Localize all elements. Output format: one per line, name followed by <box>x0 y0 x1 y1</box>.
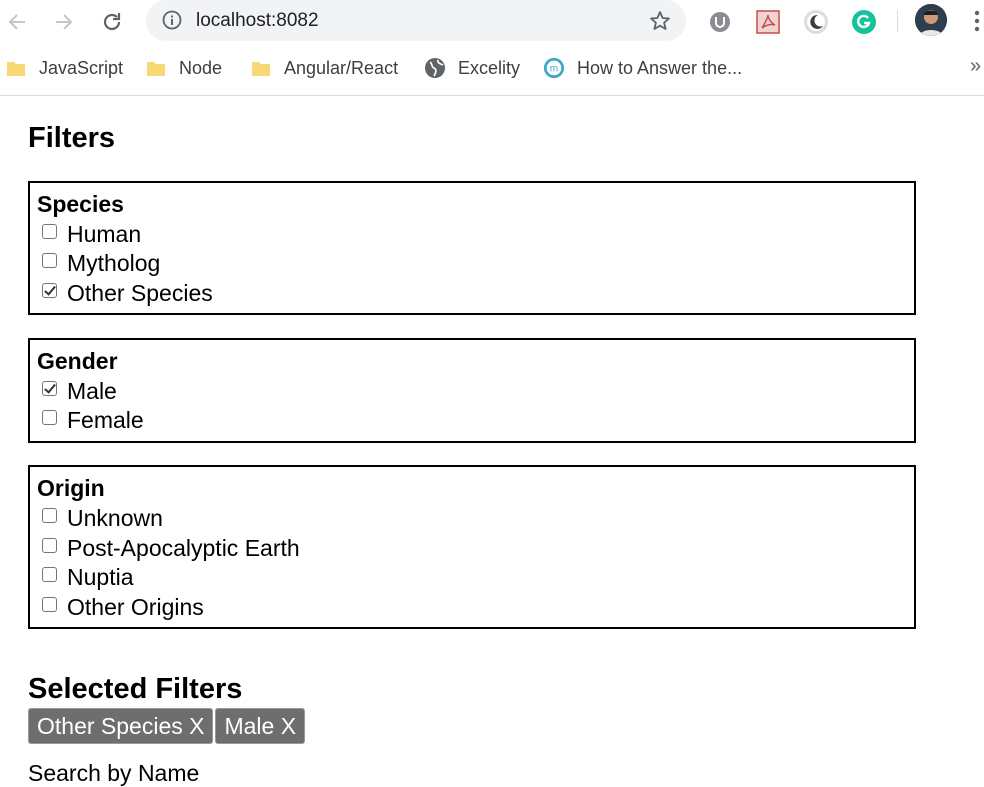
checkbox[interactable] <box>42 566 57 582</box>
bookmarks-bar: JavaScript Node Angular/React Excelity m… <box>0 44 984 96</box>
bookmark-label: JavaScript <box>39 57 124 78</box>
grammarly-icon[interactable] <box>851 9 877 35</box>
reload-icon <box>103 13 121 31</box>
search-by-name-label: Search by Name <box>28 760 200 786</box>
selected-filters-heading: Selected Filters <box>28 673 243 705</box>
chrome-menu-icon[interactable] <box>966 8 984 36</box>
forward-arrow-icon <box>56 14 73 30</box>
globe-icon <box>424 57 446 79</box>
option-label: Post-Apocalyptic Earth <box>67 534 300 561</box>
option-male[interactable]: Male <box>42 377 117 405</box>
option-label: Male <box>67 377 117 404</box>
bookmark-label: How to Answer the... <box>577 57 743 78</box>
option-female[interactable]: Female <box>42 406 144 434</box>
checkbox[interactable] <box>42 537 57 553</box>
folder-icon <box>5 57 27 79</box>
bookmark-star-icon[interactable] <box>648 9 672 38</box>
chip-male[interactable]: Male X <box>215 708 306 744</box>
checkbox[interactable] <box>42 223 57 239</box>
checkbox[interactable] <box>42 252 57 268</box>
checkbox[interactable] <box>42 409 57 425</box>
folder-icon <box>145 57 167 79</box>
option-label: Unknown <box>67 504 163 531</box>
url-text[interactable]: localhost:8082 <box>196 10 319 32</box>
option-nuptia[interactable]: Nuptia <box>42 563 133 591</box>
option-other-origins[interactable]: Other Origins <box>42 593 204 621</box>
extension-u-icon[interactable] <box>707 9 733 35</box>
species-filter-group: Species Human Mytholog Other Species <box>28 181 916 315</box>
bookmark-node[interactable]: Node <box>145 56 222 80</box>
address-bar[interactable]: localhost:8082 <box>146 0 686 41</box>
option-human[interactable]: Human <box>42 220 141 248</box>
back-arrow-icon <box>8 14 25 30</box>
bookmark-angular-react[interactable]: Angular/React <box>250 56 398 80</box>
bookmark-label: Node <box>179 57 223 78</box>
pdf-extension-icon[interactable] <box>755 9 781 35</box>
info-icon[interactable] <box>162 10 182 35</box>
option-other-species[interactable]: Other Species <box>42 279 213 307</box>
option-label: Other Origins <box>67 593 204 620</box>
chip-other-species[interactable]: Other Species X <box>28 708 214 744</box>
option-post-apocalyptic-earth[interactable]: Post-Apocalyptic Earth <box>42 534 300 562</box>
checkbox[interactable] <box>42 380 57 396</box>
group-title: Species <box>37 191 124 217</box>
option-label: Other Species <box>67 279 213 306</box>
bookmark-excelity[interactable]: Excelity <box>424 56 520 80</box>
reload-button[interactable] <box>98 8 126 36</box>
page-title: Filters <box>28 122 116 154</box>
checkbox[interactable] <box>42 282 57 298</box>
gender-filter-group: Gender Male Female <box>28 338 916 443</box>
browser-toolbar: localhost:8082 <box>0 0 984 44</box>
back-button[interactable] <box>3 8 31 36</box>
toolbar-separator <box>897 10 898 32</box>
profile-avatar[interactable] <box>915 4 947 36</box>
folder-icon <box>250 57 272 79</box>
more-bookmarks-chevron[interactable]: » <box>970 55 981 78</box>
option-unknown[interactable]: Unknown <box>42 504 163 532</box>
svg-text:m: m <box>550 64 558 75</box>
option-label: Female <box>67 406 144 433</box>
bookmark-label: Angular/React <box>284 57 399 78</box>
bookmark-javascript[interactable]: JavaScript <box>5 56 123 80</box>
bookmark-how-to-answer[interactable]: m How to Answer the... <box>543 56 742 80</box>
group-title: Origin <box>37 475 105 501</box>
checkbox[interactable] <box>42 507 57 523</box>
origin-filter-group: Origin Unknown Post-Apocalyptic Earth Nu… <box>28 465 916 629</box>
option-label: Mytholog <box>67 249 161 276</box>
group-title: Gender <box>37 348 118 374</box>
option-label: Nuptia <box>67 563 134 590</box>
m-site-icon: m <box>543 57 565 79</box>
option-label: Human <box>67 220 142 247</box>
forward-button[interactable] <box>50 8 78 36</box>
option-mytholog[interactable]: Mytholog <box>42 249 160 277</box>
bookmark-label: Excelity <box>458 57 521 78</box>
dark-mode-extension-icon[interactable] <box>803 9 829 35</box>
selected-filter-chips: Other Species X Male X <box>28 708 307 744</box>
checkbox[interactable] <box>42 596 57 612</box>
